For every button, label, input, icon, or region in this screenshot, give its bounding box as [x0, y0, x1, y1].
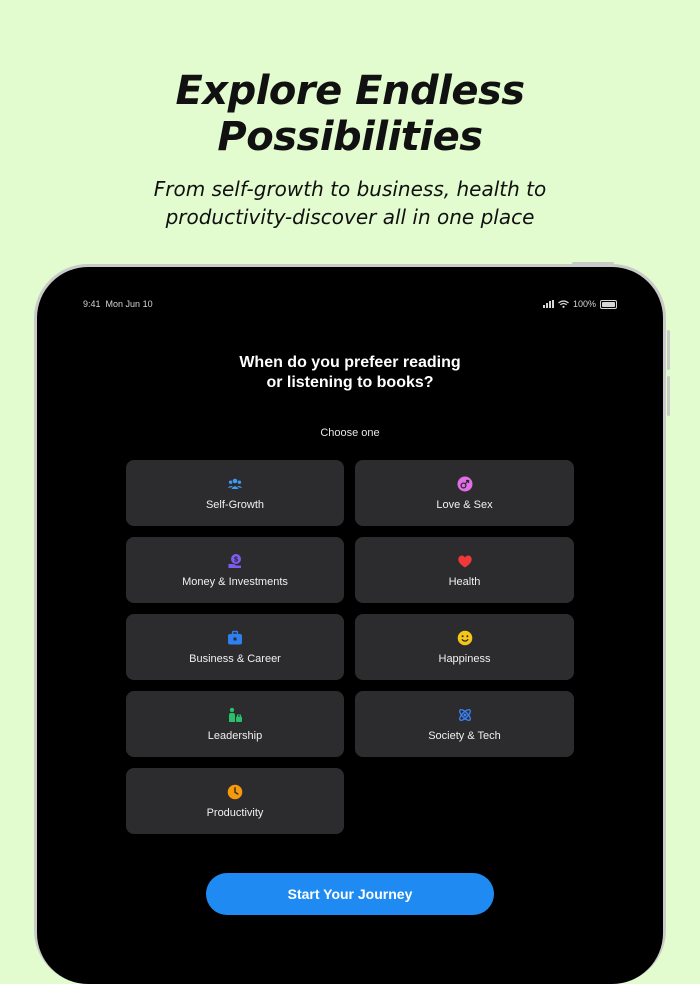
battery-icon: [600, 299, 617, 309]
briefcase-icon: [227, 630, 243, 646]
smiley-icon: [457, 630, 473, 646]
category-label: Business & Career: [189, 652, 281, 665]
category-card-productivity[interactable]: Productivity: [126, 768, 344, 834]
status-time: 9:41: [83, 299, 101, 309]
category-card-money-investments[interactable]: $ Money & Investments: [126, 537, 344, 603]
category-card-society-tech[interactable]: Society & Tech: [355, 691, 574, 757]
signal-icon: [542, 300, 554, 308]
category-label: Happiness: [438, 652, 491, 665]
promo-subheadline: From self-growth to business, health to …: [0, 175, 700, 231]
volume-button: [667, 376, 670, 416]
category-label: Health: [448, 575, 481, 588]
status-date: Mon Jun 10: [105, 299, 153, 309]
category-card-business-career[interactable]: Business & Career: [126, 614, 344, 680]
status-indicators: 100%: [542, 299, 617, 309]
category-card-love-sex[interactable]: Love & Sex: [355, 460, 574, 526]
question-line-1: When do you prefeer reading: [239, 354, 461, 371]
question-heading: When do you prefeer reading or listening…: [37, 353, 663, 393]
category-label: Society & Tech: [428, 729, 501, 742]
category-label: Self-Growth: [205, 498, 265, 511]
volume-button: [667, 330, 670, 370]
clock-icon: [227, 784, 243, 800]
category-card-happiness[interactable]: Happiness: [355, 614, 574, 680]
category-grid: Self-Growth Love & Sex $ Money & Investm…: [126, 460, 574, 834]
love-icon: [457, 476, 473, 492]
tablet-frame: 9:41 Mon Jun 10 100% When do you prefeer…: [34, 262, 670, 984]
category-label: Money & Investments: [182, 575, 288, 588]
status-time-date: 9:41 Mon Jun 10: [83, 299, 153, 309]
svg-text:$: $: [234, 555, 239, 563]
headline-line-1: Explore Endless: [175, 68, 525, 114]
subheadline-line-1: From self-growth to business, health to: [153, 177, 547, 201]
category-card-self-growth[interactable]: Self-Growth: [126, 460, 344, 526]
category-card-leadership[interactable]: Leadership: [126, 691, 344, 757]
battery-percent: 100%: [572, 299, 596, 309]
power-button: [572, 262, 614, 265]
subheadline-line-2: productivity-discover all in one place: [165, 205, 535, 229]
people-icon: [227, 476, 243, 492]
money-bag-icon: $: [227, 553, 243, 569]
wifi-icon: [558, 300, 569, 308]
start-journey-button[interactable]: Start Your Journey: [206, 873, 494, 915]
category-label: Love & Sex: [436, 498, 493, 511]
leader-icon: [227, 707, 243, 723]
category-label: Productivity: [206, 806, 264, 819]
headline-line-2: Possibilities: [217, 114, 483, 160]
promo-headline: Explore Endless Possibilities: [0, 68, 700, 160]
atom-icon: [457, 707, 473, 723]
question-line-2: or listening to books?: [266, 374, 434, 391]
heart-icon: [457, 553, 473, 569]
status-bar: 9:41 Mon Jun 10 100%: [83, 299, 617, 313]
category-card-health[interactable]: Health: [355, 537, 574, 603]
device-screen: 9:41 Mon Jun 10 100% When do you prefeer…: [37, 267, 663, 984]
category-label: Leadership: [207, 729, 263, 742]
choose-instruction: Choose one: [320, 427, 380, 439]
